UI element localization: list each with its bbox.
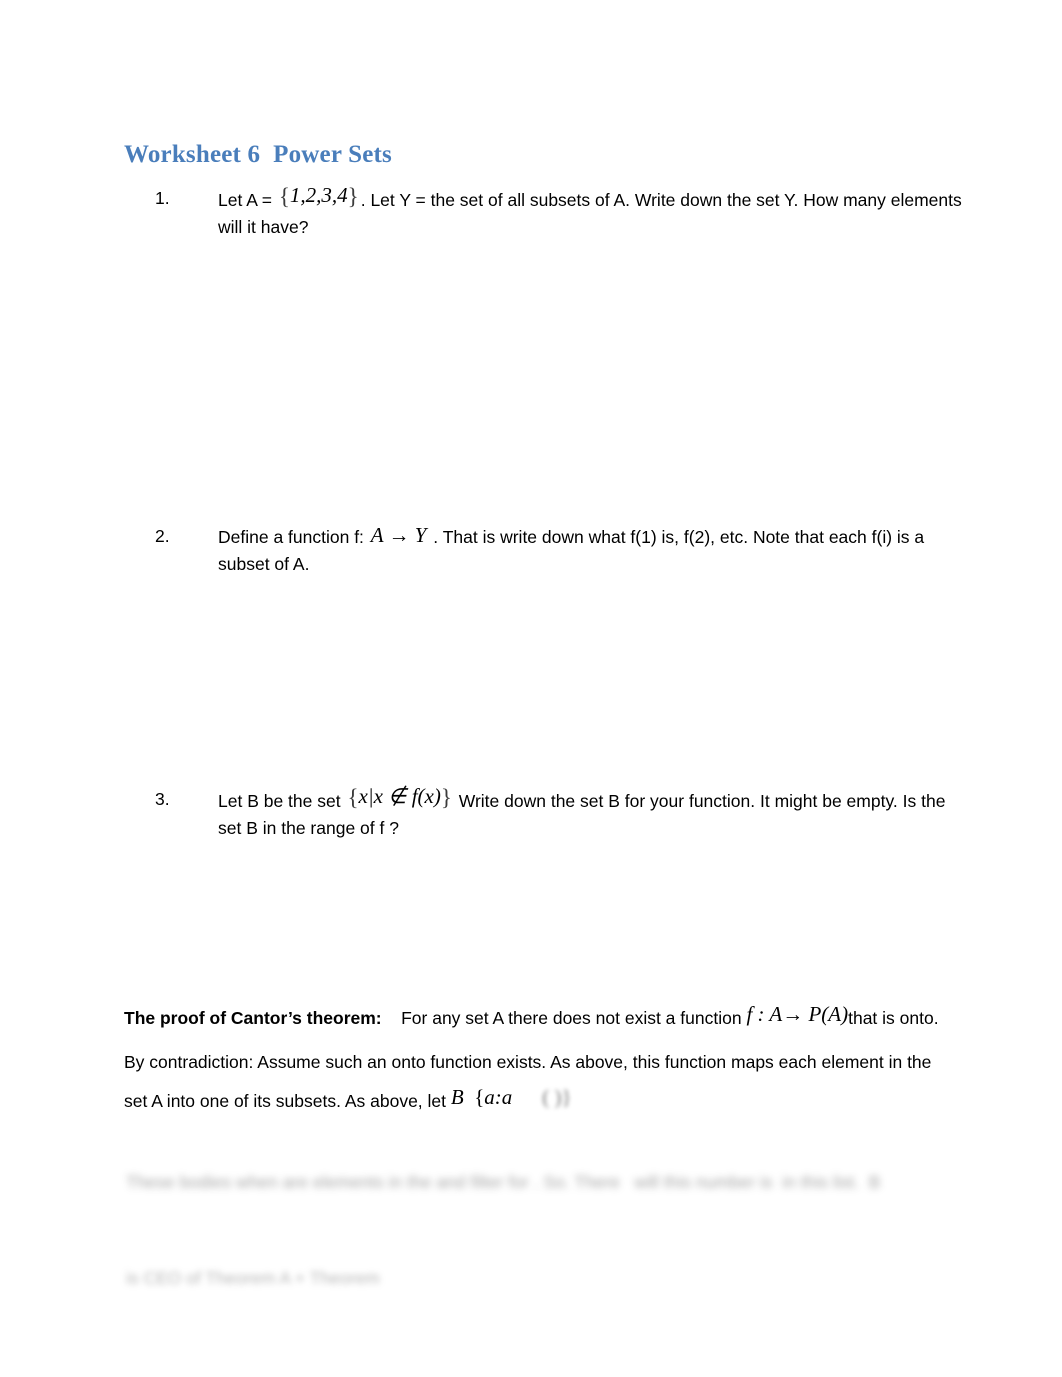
proof-line1-text-after: that is onto. [848, 1008, 939, 1028]
math-open-brace: { [278, 184, 290, 209]
question-1-text-before: Let A = [218, 190, 277, 210]
math-f-a-to-pa: f : A→ P(A) [746, 1002, 849, 1026]
math-open-brace: { [347, 785, 359, 810]
question-3-text-before: Let B be the set [218, 791, 346, 811]
math-body: 1,2,3,4 [289, 183, 348, 207]
math-body: A → Y [370, 523, 427, 547]
math-body: a:a [484, 1085, 513, 1109]
math-close-brace: } [440, 785, 452, 810]
math-set-b-definition: {x|x ∉ f(x)} [345, 784, 453, 810]
list-item: 1. Let A = {1,2,3,4}. Let Y = the set of… [155, 183, 962, 241]
list-item: 2. Define a function f: A → Y . That is … [155, 523, 945, 578]
list-item-number: 3. [155, 789, 170, 809]
proof-section: The proof of Cantor’s theorem: For any s… [124, 998, 939, 1120]
proof-contradiction-line: By contradiction: Assume such an onto fu… [124, 1043, 939, 1120]
question-2-text-before: Define a function f: [218, 527, 369, 547]
list-item-number: 2. [155, 526, 170, 546]
list-item-body: Let B be the set {x|x ∉ f(x)} Write down… [218, 784, 963, 842]
proof-line1-before [382, 1008, 401, 1028]
math-set-a: {1,2,3,4} [277, 183, 361, 209]
redacted-line: is CEO of Theorem A + Theorem [126, 1268, 380, 1288]
math-set-b-cantor: B {a:a ( )} [451, 1085, 572, 1109]
redacted-line: These bodies when are elements in the an… [126, 1172, 881, 1192]
proof-line1-text-before: For any set A there does not exist a fun… [401, 1008, 747, 1028]
list-item: 3. Let B be the set {x|x ∉ f(x)} Write d… [155, 784, 955, 842]
list-item-body: Let A = {1,2,3,4}. Let Y = the set of al… [218, 183, 963, 241]
math-b-symbol: B [450, 1085, 464, 1109]
page-title: Worksheet 6 Power Sets [124, 141, 392, 168]
document-page: Worksheet 6 Power Sets 1. Let A = {1,2,3… [0, 0, 1062, 1377]
proof-heading: The proof of Cantor’s theorem: [124, 1008, 382, 1028]
list-item-number: 1. [155, 188, 170, 208]
list-item-body: Define a function f: A → Y . That is wri… [218, 523, 963, 578]
math-open-brace: { [474, 1085, 485, 1109]
math-close-brace: } [347, 184, 359, 209]
proof-statement-line: The proof of Cantor’s theorem: For any s… [124, 998, 939, 1037]
math-function-a-to-y: A → Y [369, 523, 429, 547]
math-tail: ( )} [542, 1085, 572, 1109]
math-body: x|x ∉ f(x) [358, 784, 441, 808]
